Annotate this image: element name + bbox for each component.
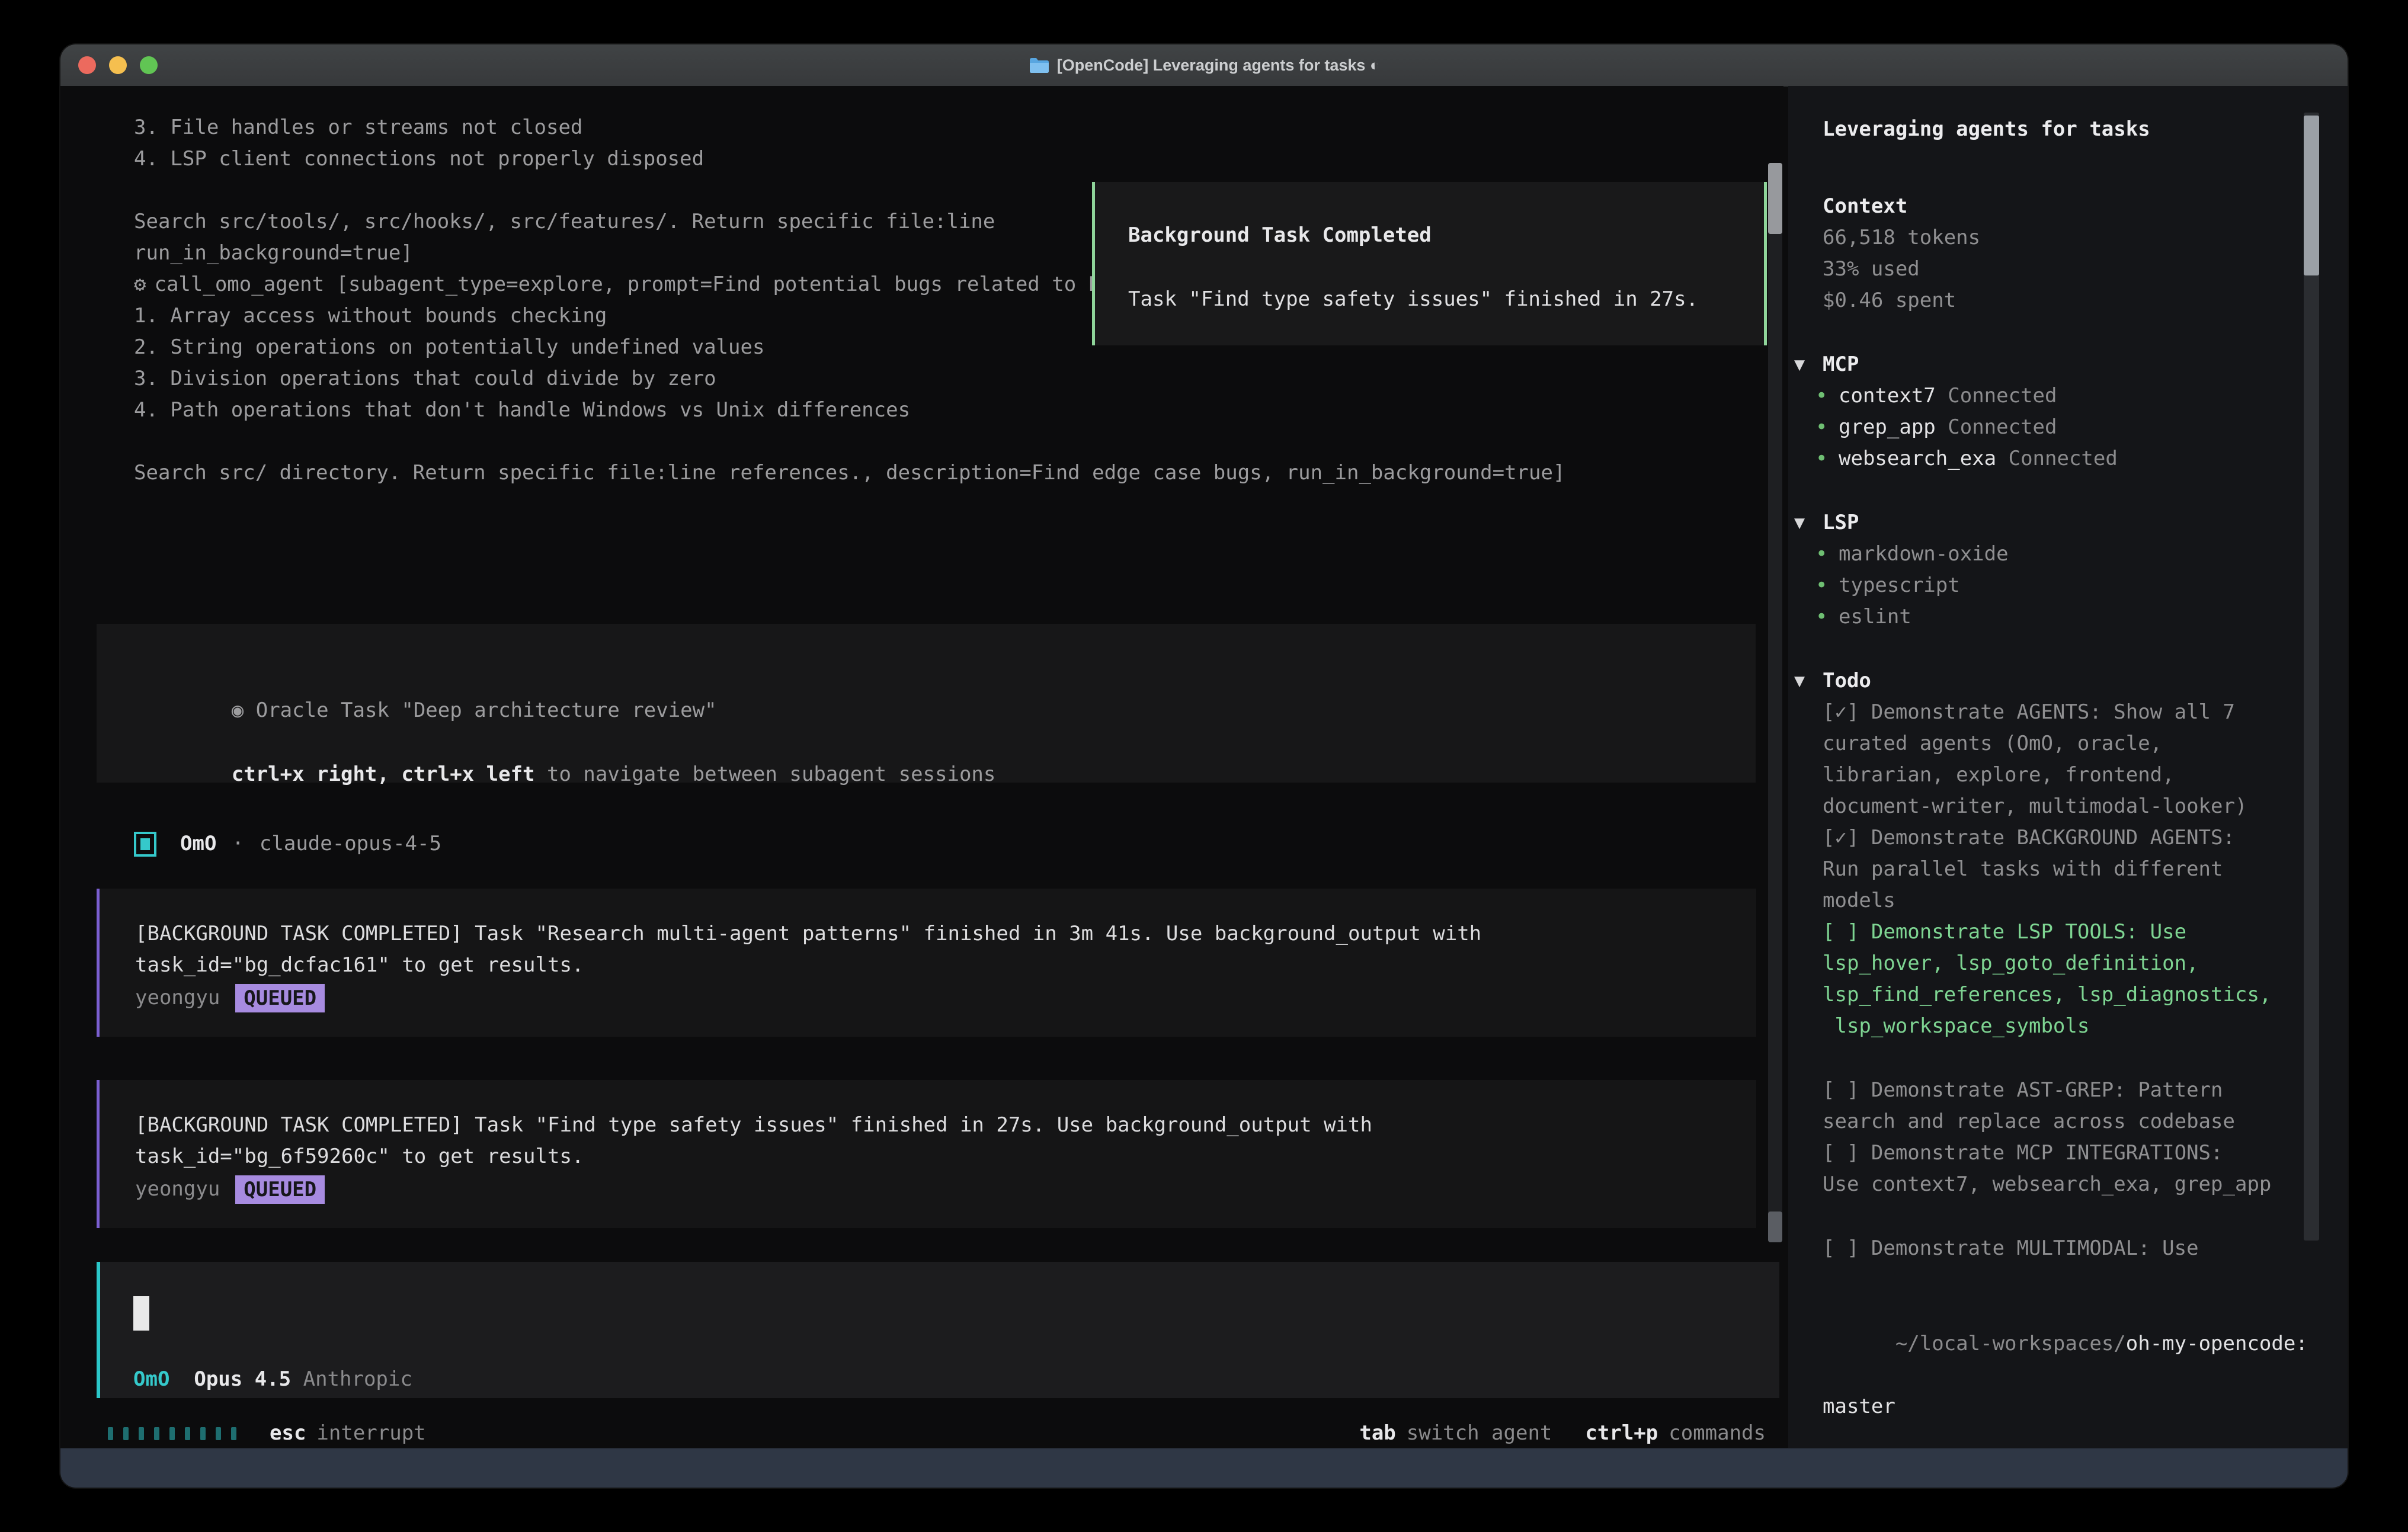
- desktop: { "window": { "title": "[OpenCode] Lever…: [0, 0, 2408, 1532]
- activity-dot: [231, 1427, 236, 1440]
- activity-dot: [139, 1427, 144, 1440]
- mcp-section-header[interactable]: ▼MCP: [1823, 349, 2348, 380]
- todo-item-agents: [✓] Demonstrate AGENTS: Show all 7 curat…: [1823, 697, 2348, 822]
- activity-dot: [154, 1427, 159, 1440]
- status-badge: QUEUED: [235, 1175, 325, 1204]
- activity-dot: [123, 1427, 129, 1440]
- agent-square-icon: [134, 832, 156, 857]
- main-scrollbar-thumb-secondary[interactable]: [1768, 1212, 1782, 1242]
- context-spent: $0.46 spent: [1823, 285, 2348, 316]
- green-dot-icon: •: [1815, 380, 1827, 412]
- message-background-task-2[interactable]: [BACKGROUND TASK COMPLETED] Task "Find t…: [97, 1080, 1756, 1228]
- message-author: yeongyu: [135, 1174, 220, 1205]
- prompt-input[interactable]: OmO Opus 4.5 Anthropic: [97, 1262, 1779, 1398]
- lsp-item-markdown-oxide: • markdown-oxide: [1823, 539, 2348, 570]
- folder-icon: [1029, 56, 1050, 74]
- close-button[interactable]: [78, 56, 96, 74]
- message-background-task-1[interactable]: [BACKGROUND TASK COMPLETED] Task "Resear…: [97, 889, 1756, 1037]
- todo-item-background-agents: [✓] Demonstrate BACKGROUND AGENTS: Run p…: [1823, 822, 2348, 916]
- ctrlp-key-label: commands: [1669, 1418, 1766, 1449]
- message-text: [BACKGROUND TASK COMPLETED] Task "Resear…: [135, 918, 1481, 981]
- activity-dot: [216, 1427, 221, 1440]
- oracle-hint: ctrl+x right, ctrl+x left to navigate be…: [135, 727, 995, 822]
- agent-name: OmO: [180, 828, 216, 860]
- workspace-branch: master: [1823, 1391, 2348, 1422]
- agent-model: claude-opus-4-5: [260, 828, 441, 860]
- input-agent-label: OmO: [133, 1364, 169, 1395]
- toast-notification[interactable]: Background Task Completed Task "Find typ…: [1092, 182, 1767, 345]
- agent-separator: ·: [232, 828, 244, 860]
- conversation-pane[interactable]: 3. File handles or streams not closed 4.…: [60, 86, 1783, 1448]
- lsp-section-header[interactable]: ▼LSP: [1823, 507, 2348, 539]
- activity-dots: [108, 1427, 236, 1440]
- green-dot-icon: •: [1815, 443, 1827, 475]
- zoom-button[interactable]: [140, 56, 158, 74]
- context-used: 33% used: [1823, 254, 2348, 285]
- todo-item-ast-grep: [ ] Demonstrate AST-GREP: Pattern search…: [1823, 1075, 2348, 1137]
- traffic-lights: [78, 56, 158, 74]
- session-sidebar: Leveraging agents for tasks Context 66,5…: [1788, 86, 2348, 1448]
- tab-key-label: switch agent: [1407, 1418, 1552, 1449]
- green-dot-icon: •: [1815, 412, 1827, 443]
- agent-section-header: OmO · claude-opus-4-5: [134, 828, 441, 860]
- terminal-window: [OpenCode] Leveraging agents for tasks ◐…: [60, 44, 2348, 1488]
- status-badge: QUEUED: [235, 984, 325, 1012]
- titlebar[interactable]: [OpenCode] Leveraging agents for tasks ◐: [60, 44, 2348, 87]
- input-provider-label: Anthropic: [303, 1364, 412, 1395]
- gear-icon: ⚙: [134, 269, 146, 300]
- oracle-icon: ◉: [232, 698, 244, 722]
- main-scrollbar-track[interactable]: [1768, 163, 1782, 1241]
- input-model-label: Opus 4.5: [169, 1364, 303, 1395]
- activity-dot: [185, 1427, 190, 1440]
- toast-body: Task "Find type safety issues" finished …: [1128, 284, 1698, 315]
- activity-dot: [200, 1427, 206, 1440]
- todo-item-multimodal: [ ] Demonstrate MULTIMODAL: Use: [1823, 1233, 2348, 1264]
- esc-key-label: interrupt: [316, 1418, 425, 1449]
- todo-item-mcp-integrations: [ ] Demonstrate MCP INTEGRATIONS: Use co…: [1823, 1137, 2348, 1200]
- message-author: yeongyu: [135, 982, 220, 1014]
- message-text: [BACKGROUND TASK COMPLETED] Task "Find t…: [135, 1110, 1372, 1172]
- green-dot-icon: •: [1815, 539, 1827, 570]
- lsp-item-typescript: • typescript: [1823, 570, 2348, 601]
- oracle-hint-keys: ctrl+x right, ctrl+x left: [232, 762, 535, 786]
- todo-item-lsp-tools: [ ] Demonstrate LSP TOOLS: Use lsp_hover…: [1823, 916, 2348, 1042]
- activity-dot: [108, 1427, 113, 1440]
- ctrlp-key-hint: ctrl+p: [1585, 1418, 1658, 1449]
- chevron-down-icon: ▼: [1794, 507, 1805, 539]
- green-dot-icon: •: [1815, 601, 1827, 633]
- oracle-task-card[interactable]: ◉ Oracle Task "Deep architecture review"…: [97, 624, 1756, 783]
- oracle-hint-text: to navigate between subagent sessions: [535, 762, 996, 786]
- toast-title: Background Task Completed: [1128, 220, 1432, 251]
- window-bottom-chrome: [60, 1448, 2348, 1488]
- context-tokens: 66,518 tokens: [1823, 222, 2348, 254]
- status-bar: esc interrupt tab switch agent ctrl+p co…: [108, 1418, 1766, 1449]
- mcp-item-grep-app: • grep_app Connected: [1823, 412, 2348, 443]
- main-scrollbar-thumb[interactable]: [1768, 163, 1782, 234]
- chevron-down-icon: ▼: [1794, 665, 1805, 697]
- mcp-item-context7: • context7 Connected: [1823, 380, 2348, 412]
- activity-dot: [169, 1427, 175, 1440]
- chevron-down-icon: ▼: [1794, 349, 1805, 380]
- window-title: [OpenCode] Leveraging agents for tasks ◐: [1029, 56, 1379, 75]
- context-heading: Context: [1823, 191, 2348, 222]
- minimize-button[interactable]: [109, 56, 127, 74]
- session-title: Leveraging agents for tasks: [1823, 114, 2348, 145]
- mcp-item-websearch-exa: • websearch_exa Connected: [1823, 443, 2348, 475]
- text-cursor: [133, 1296, 149, 1331]
- green-dot-icon: •: [1815, 570, 1827, 601]
- workspace-path: ~/local-workspaces/oh-my-opencode:: [1823, 1297, 2348, 1391]
- tab-key-hint: tab: [1359, 1418, 1395, 1449]
- window-title-text: [OpenCode] Leveraging agents for tasks ◐: [1057, 56, 1379, 75]
- todo-section-header[interactable]: ▼Todo: [1823, 665, 2348, 697]
- lsp-item-eslint: • eslint: [1823, 601, 2348, 633]
- esc-key-hint: esc: [270, 1418, 306, 1449]
- sidebar-scrollbar-thumb[interactable]: [2304, 116, 2319, 275]
- sidebar-scrollbar-track[interactable]: [2304, 113, 2319, 1241]
